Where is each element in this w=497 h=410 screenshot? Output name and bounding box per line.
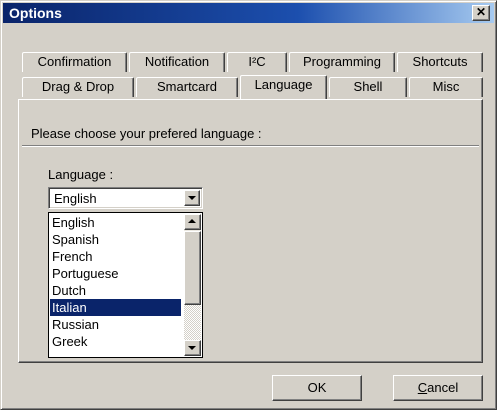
list-item-greek[interactable]: Greek xyxy=(50,333,181,350)
scroll-thumb[interactable] xyxy=(184,231,201,305)
vertical-scrollbar[interactable] xyxy=(184,214,201,356)
window-title: Options xyxy=(9,5,62,21)
list-item-spanish[interactable]: Spanish xyxy=(50,231,181,248)
arrow-up-icon xyxy=(188,219,196,223)
list-item-french[interactable]: French xyxy=(50,248,181,265)
language-dropdown-list[interactable]: English Spanish French Portuguese Dutch … xyxy=(48,212,203,358)
tab-notification[interactable]: Notification xyxy=(129,52,225,72)
tab-drag-drop[interactable]: Drag & Drop xyxy=(22,77,134,97)
chevron-down-icon xyxy=(188,196,196,200)
tab-i2c[interactable]: I²C xyxy=(227,52,287,72)
tab-language[interactable]: Language xyxy=(240,75,327,99)
tab-shortcuts[interactable]: Shortcuts xyxy=(397,52,483,72)
tab-confirmation[interactable]: Confirmation xyxy=(22,52,127,72)
combobox-value: English xyxy=(54,191,97,206)
list-item-portuguese[interactable]: Portuguese xyxy=(50,265,181,282)
scroll-up-button[interactable] xyxy=(184,214,201,230)
title-bar[interactable]: Options ✕ xyxy=(3,3,494,23)
list-item-russian[interactable]: Russian xyxy=(50,316,181,333)
tab-misc[interactable]: Misc xyxy=(409,77,483,97)
list-item-italian[interactable]: Italian xyxy=(50,299,181,316)
dropdown-button[interactable] xyxy=(184,190,200,206)
arrow-down-icon xyxy=(188,346,196,350)
close-icon: ✕ xyxy=(475,5,487,19)
language-prompt: Please choose your prefered language : xyxy=(31,126,262,141)
list-item-dutch[interactable]: Dutch xyxy=(50,282,181,299)
separator-highlight xyxy=(22,146,479,147)
language-label: Language : xyxy=(48,167,114,182)
tab-smartcard[interactable]: Smartcard xyxy=(136,77,238,97)
cancel-button[interactable]: Cancel xyxy=(393,375,483,401)
cancel-mnemonic: C xyxy=(417,380,428,395)
scroll-track[interactable] xyxy=(184,305,201,340)
close-button[interactable]: ✕ xyxy=(472,5,490,21)
tab-shell[interactable]: Shell xyxy=(329,77,407,97)
list-item-english[interactable]: English xyxy=(50,214,181,231)
scroll-down-button[interactable] xyxy=(184,340,201,356)
tab-programming[interactable]: Programming xyxy=(289,52,395,72)
ok-button[interactable]: OK xyxy=(272,375,362,401)
language-combobox[interactable]: English xyxy=(48,187,203,209)
